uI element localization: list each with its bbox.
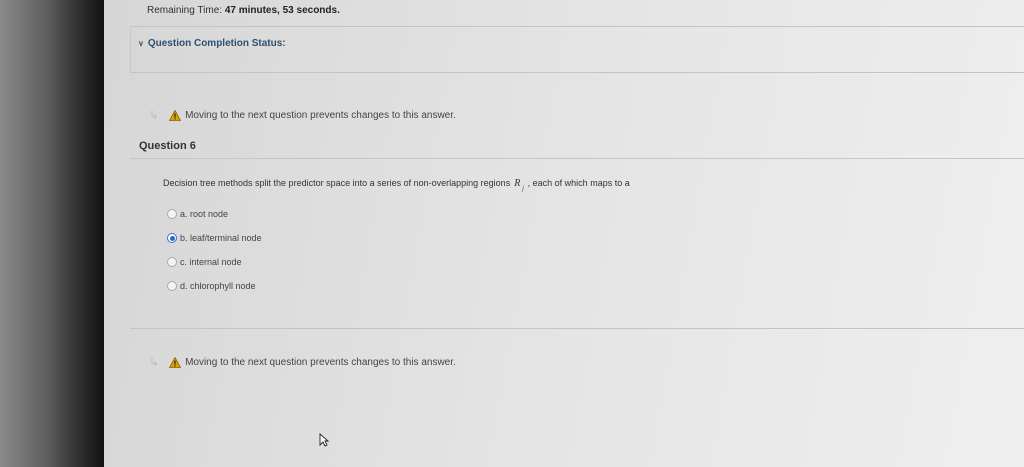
panel-border: [130, 26, 131, 72]
completion-status-label: Question Completion Status:: [147, 38, 286, 49]
warning-message-top: ↳ Moving to the next question prevents c…: [149, 108, 456, 122]
answer-option-a[interactable]: a. root node: [167, 209, 228, 219]
question-variable: R: [514, 178, 521, 189]
divider: [130, 328, 1024, 329]
answer-option-d[interactable]: d. chlorophyll node: [167, 281, 256, 291]
timer-label: Remaining Time:: [147, 5, 223, 16]
remaining-time: Remaining Time: 47 minutes, 53 seconds.: [147, 5, 340, 16]
warning-message-bottom: ↳ Moving to the next question prevents c…: [149, 355, 456, 369]
radio-button-c[interactable]: [167, 257, 177, 267]
question-text-before: Decision tree methods split the predicto…: [163, 178, 511, 188]
option-label-b[interactable]: b. leaf/terminal node: [180, 233, 262, 243]
option-label-c[interactable]: c. internal node: [180, 257, 242, 267]
option-label-a[interactable]: a. root node: [180, 209, 228, 219]
answer-option-b[interactable]: b. leaf/terminal node: [167, 233, 262, 243]
question-subscript: j: [522, 186, 524, 192]
question-text-after: , each of which maps to a: [527, 178, 630, 188]
radio-button-d[interactable]: [167, 281, 177, 291]
radio-button-a[interactable]: [167, 209, 177, 219]
quiz-screen: Remaining Time: 47 minutes, 53 seconds. …: [104, 0, 1024, 467]
mouse-cursor-icon: [319, 433, 329, 447]
question-completion-toggle[interactable]: ∨ Question Completion Status:: [138, 38, 286, 49]
warning-text: Moving to the next question prevents cha…: [185, 109, 456, 121]
return-arrow-icon: ↳: [149, 355, 160, 369]
question-title: Question 6: [139, 140, 196, 152]
chevron-down-icon: ∨: [138, 39, 144, 48]
warning-text: Moving to the next question prevents cha…: [185, 356, 456, 368]
option-label-d[interactable]: d. chlorophyll node: [180, 281, 256, 291]
warning-icon: [169, 109, 182, 121]
return-arrow-icon: ↳: [149, 108, 160, 122]
monitor-bezel: [0, 0, 104, 467]
divider: [130, 72, 1024, 73]
timer-value: 47 minutes, 53 seconds.: [224, 5, 340, 16]
answer-option-c[interactable]: c. internal node: [167, 257, 242, 267]
question-text: Decision tree methods split the predicto…: [163, 178, 630, 192]
divider: [130, 26, 1024, 27]
warning-icon: [169, 356, 182, 368]
radio-button-b[interactable]: [167, 233, 177, 243]
